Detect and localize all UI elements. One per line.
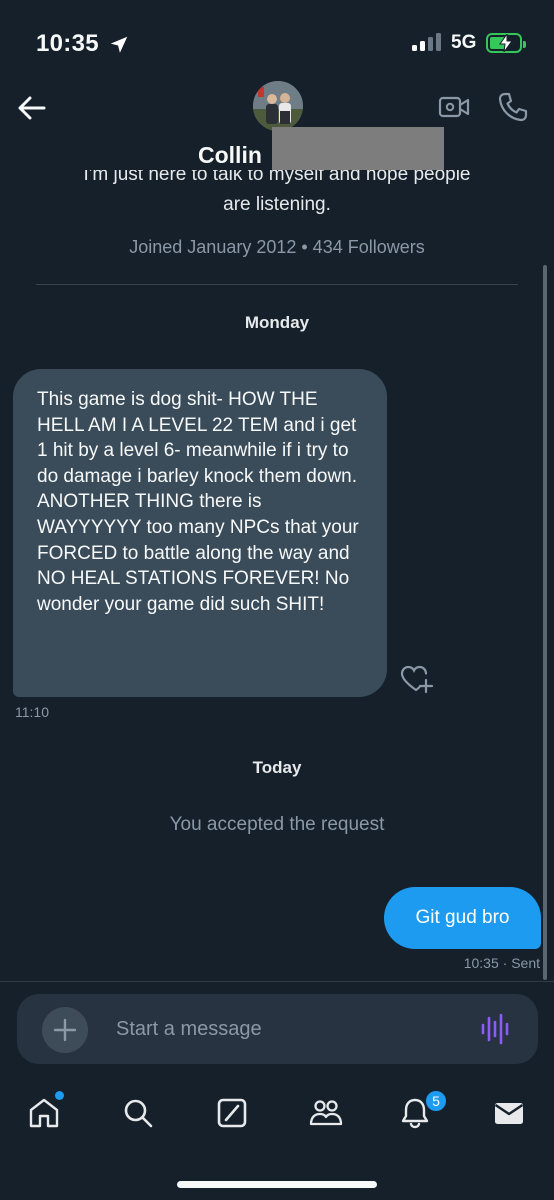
bio-line-1: I'm just here to talk to myself and hope… — [83, 170, 471, 185]
sent-message-bubble[interactable]: Git gud bro — [384, 887, 541, 949]
voice-call-button[interactable] — [497, 91, 529, 123]
profile-meta: Joined January 2012 • 434 Followers — [129, 237, 425, 257]
phone-icon — [498, 92, 528, 122]
received-message-time: 11:10 — [15, 704, 49, 720]
battery-charging-icon — [486, 33, 526, 53]
sent-message-status: 10:35 · Sent — [463, 955, 540, 971]
envelope-icon — [494, 1103, 524, 1124]
tab-search[interactable] — [118, 1093, 158, 1133]
voice-message-button[interactable] — [480, 1012, 510, 1046]
message-input[interactable] — [104, 1004, 454, 1054]
tab-messages[interactable] — [489, 1093, 529, 1133]
cellular-signal-icon — [412, 33, 441, 51]
add-reaction-button[interactable] — [400, 664, 434, 696]
plus-icon — [53, 1018, 77, 1042]
date-separator: Today — [252, 758, 302, 777]
video-camera-icon — [438, 96, 470, 118]
tab-grok[interactable] — [212, 1093, 252, 1133]
profile-name[interactable]: Collin — [198, 142, 262, 169]
arrow-left-icon — [18, 96, 46, 120]
network-label: 5G — [451, 32, 477, 53]
home-icon — [29, 1098, 59, 1128]
scrollbar[interactable] — [543, 265, 547, 980]
home-unread-dot — [55, 1091, 64, 1100]
home-indicator — [177, 1181, 377, 1188]
system-note: You accepted the request — [169, 814, 385, 835]
profile-bio: I'm just here to talk to myself and hope… — [0, 170, 554, 218]
divider — [36, 284, 518, 285]
bio-line-2: are listening. — [223, 194, 331, 215]
redaction-box — [272, 127, 444, 170]
video-call-button[interactable] — [438, 93, 470, 121]
search-icon — [124, 1099, 153, 1128]
add-media-button[interactable] — [42, 1007, 88, 1053]
received-message-bubble[interactable]: This game is dog shit- HOW THE HELL AM I… — [13, 369, 387, 697]
communities-icon — [309, 1100, 343, 1126]
heart-plus-icon — [400, 665, 434, 694]
notifications-badge: 5 — [424, 1089, 448, 1113]
location-arrow-icon — [108, 34, 130, 61]
date-separator: Monday — [244, 313, 310, 332]
grok-icon — [217, 1098, 247, 1128]
avatar[interactable] — [253, 81, 303, 131]
back-button[interactable] — [14, 90, 50, 126]
divider — [0, 981, 554, 982]
status-time: 10:35 — [36, 30, 99, 57]
voice-waveform-icon — [481, 1013, 509, 1045]
tab-communities[interactable] — [306, 1093, 346, 1133]
